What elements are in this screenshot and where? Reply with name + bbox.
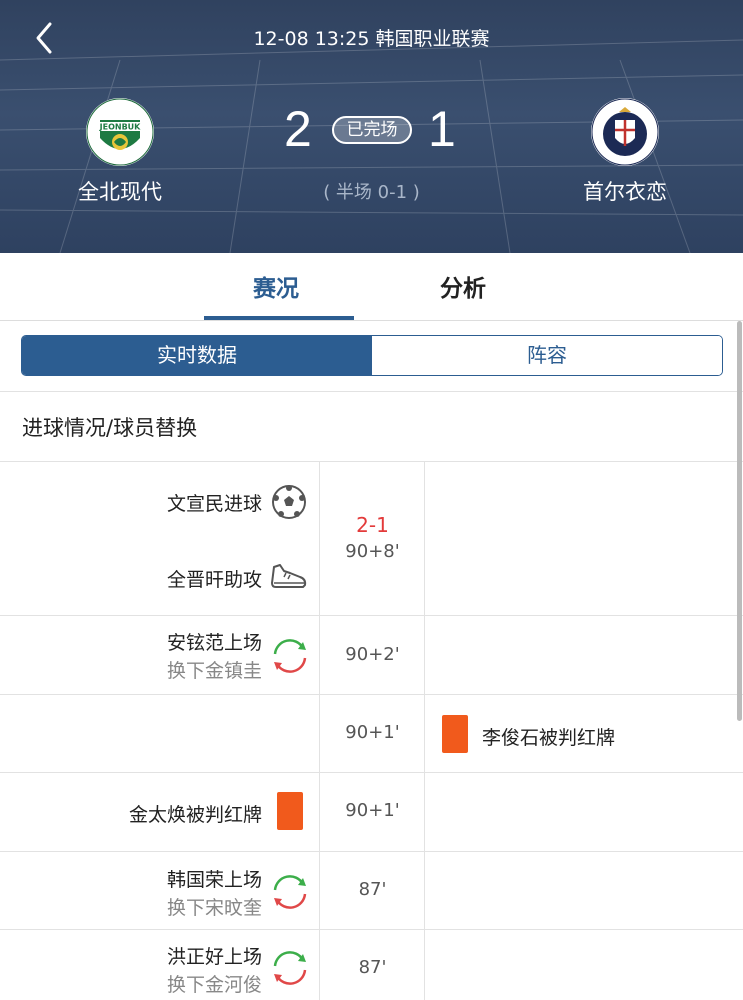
red-card-text: 金太焕被判红牌 bbox=[128, 804, 262, 826]
segment-live-data[interactable]: 实时数据 bbox=[22, 336, 372, 375]
away-team[interactable]: 首尔衣恋 bbox=[535, 98, 715, 206]
sub-out-text: 换下金镇圭 bbox=[166, 660, 262, 682]
time-cell: 90+1' bbox=[320, 695, 425, 772]
time-cell: 90+1' bbox=[320, 773, 425, 851]
segment-control: 实时数据 阵容 bbox=[21, 335, 723, 376]
event-time: 87' bbox=[358, 879, 387, 900]
soccer-ball-icon bbox=[272, 485, 306, 519]
active-tab-indicator bbox=[204, 316, 354, 320]
sub-out-text: 换下宋旼奎 bbox=[166, 897, 262, 919]
event-time: 90+1' bbox=[345, 722, 400, 743]
home-event-cell: 韩国荣上场 换下宋旼奎 bbox=[0, 852, 320, 929]
tab-live[interactable]: 赛况 bbox=[253, 269, 299, 303]
away-score: 1 bbox=[428, 101, 456, 157]
time-cell: 2-1 90+8' bbox=[320, 461, 425, 615]
away-event-cell bbox=[425, 773, 743, 851]
goal-text: 文宣民进球 bbox=[166, 493, 262, 515]
away-event-cell bbox=[425, 852, 743, 929]
sub-out-text: 换下金河俊 bbox=[166, 974, 262, 996]
red-card-icon bbox=[442, 715, 468, 753]
substitution-icon bbox=[273, 951, 307, 985]
away-team-logo bbox=[591, 98, 659, 166]
assist-text: 全晋旰助攻 bbox=[166, 569, 262, 591]
scrollbar[interactable] bbox=[737, 321, 742, 721]
away-team-name: 首尔衣恋 bbox=[583, 180, 667, 204]
time-cell: 87' bbox=[320, 930, 425, 1000]
red-card-icon bbox=[277, 792, 303, 830]
home-event-cell: 洪正好上场 换下金河俊 bbox=[0, 930, 320, 1000]
table-row: 洪正好上场 换下金河俊 87' bbox=[0, 930, 743, 1000]
home-event-cell: 安铉范上场 换下金镇圭 bbox=[0, 616, 320, 694]
section-title: 进球情况/球员替换 bbox=[22, 416, 198, 440]
table-row: 金太焕被判红牌 90+1' bbox=[0, 773, 743, 852]
svg-text:JEONBUK: JEONBUK bbox=[99, 123, 142, 132]
substitution-icon bbox=[273, 875, 307, 909]
away-event-cell bbox=[425, 616, 743, 694]
table-row: 90+1' 李俊石被判红牌 bbox=[0, 695, 743, 773]
home-event-cell bbox=[0, 695, 320, 772]
table-row: 文宣民进球 全晋旰助攻 2-1 90+8' bbox=[0, 461, 743, 616]
event-score: 2-1 bbox=[356, 513, 389, 537]
event-time: 90+2' bbox=[345, 644, 400, 665]
sub-in-text: 安铉范上场 bbox=[166, 632, 262, 654]
event-time: 90+8' bbox=[345, 541, 400, 562]
home-score: 2 bbox=[284, 101, 312, 157]
table-row: 安铉范上场 换下金镇圭 90+2' bbox=[0, 616, 743, 695]
substitution-icon bbox=[273, 639, 307, 673]
match-info: 12-08 13:25 韩国职业联赛 bbox=[253, 28, 490, 50]
home-team-logo: JEONBUK bbox=[86, 98, 154, 166]
time-cell: 90+2' bbox=[320, 616, 425, 694]
away-event-cell: 李俊石被判红牌 bbox=[425, 695, 743, 772]
event-time: 90+1' bbox=[345, 800, 400, 821]
shoe-assist-icon bbox=[271, 564, 307, 588]
table-row: 韩国荣上场 换下宋旼奎 87' bbox=[0, 852, 743, 930]
match-status-badge: 已完场 bbox=[332, 116, 412, 144]
away-event-cell bbox=[425, 461, 743, 615]
match-header: 12-08 13:25 韩国职业联赛 JEONBUK 全北现代 2 已完场 1 … bbox=[0, 0, 743, 253]
main-tabs: 赛况 分析 bbox=[0, 253, 743, 321]
away-event-cell bbox=[425, 930, 743, 1000]
events-table: 文宣民进球 全晋旰助攻 2-1 90+8' 安铉范上场 换下金镇圭 90+2' … bbox=[0, 461, 743, 1000]
sub-in-text: 韩国荣上场 bbox=[166, 869, 262, 891]
event-time: 87' bbox=[358, 957, 387, 978]
time-cell: 87' bbox=[320, 852, 425, 929]
home-event-cell: 金太焕被判红牌 bbox=[0, 773, 320, 851]
home-event-cell: 文宣民进球 全晋旰助攻 bbox=[0, 461, 320, 615]
segment-lineup[interactable]: 阵容 bbox=[372, 336, 722, 375]
divider bbox=[0, 391, 743, 392]
red-card-text: 李俊石被判红牌 bbox=[482, 727, 616, 749]
tab-analysis[interactable]: 分析 bbox=[440, 269, 486, 303]
sub-in-text: 洪正好上场 bbox=[166, 946, 262, 968]
